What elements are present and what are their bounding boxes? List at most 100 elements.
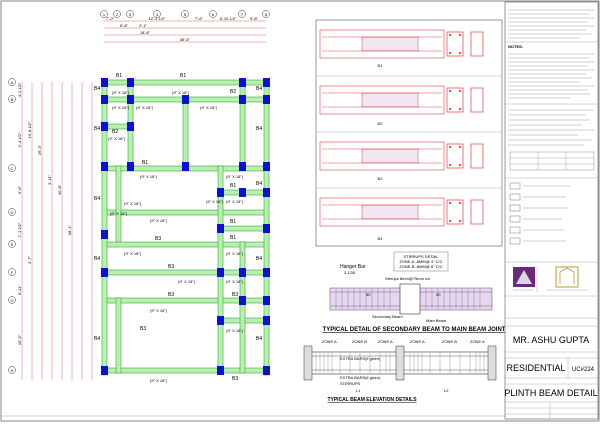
beam-label-0: B1 [116,73,122,79]
beam-size-14: (9" X 18") [226,251,244,256]
left-dim-4: 3'-11" [47,174,52,184]
span-label-l2: L2 [444,388,449,393]
beam-size-7: (9" X 18") [226,174,244,179]
left-dim-10: 3'-7" [27,255,32,264]
top-dim-0: 7'-0" [106,16,115,21]
beam-col-5 [182,96,189,171]
beam-size-10: (9" X 18") [206,199,224,204]
left-dim-5: 40'-8" [57,184,62,195]
section-name-b1: B1 [378,63,384,68]
zone-label-3: ZONE A [410,339,425,344]
beam-label-7: B4 [256,126,262,132]
beam-label-16: B3 [168,292,174,298]
grid-column-bubbles: 1 2 3 4 5 6 7 8 [100,10,270,18]
beam-label-14: B1 [230,219,236,225]
beam-label-13: B3 [168,264,174,270]
beam-size-5: (9" X 18") [108,136,126,141]
beam-label-4: B2 [112,129,118,135]
extra-bars-bottom-label: EXTRA BARS(if given) [340,375,381,380]
dim-50-a: 50 [366,292,371,297]
joint-detail-title: TYPICAL DETAIL OF SECONDARY BEAM TO MAIN… [323,327,506,333]
title-block: NOTES: MR. ASHU GUPTA RESIDENTIAL UC#224… [504,1,599,420]
beam-size-18: (9" X 18") [150,378,168,383]
grid-row-B: B [11,97,14,102]
secondary-beam-label: Secondary Beam [372,314,403,319]
joint-main-beam [399,283,421,315]
extra-bars-top-label: EXTRA BARS(if given) [340,356,381,361]
beam-label-1: B1 [180,73,186,79]
beam-col-7a [239,79,246,171]
beam-size-17: (9" X 18") [226,328,244,333]
left-dim-0: 4'-2 1/2" [17,82,22,97]
beam-label-21: B4 [256,256,262,262]
secondary-beam-joint-detail: Hanger Bar 2-12Ø Stirrups 8mm@75mm c/c 5… [323,251,506,333]
left-dim-8: 7'-1 1/2" [17,222,22,237]
left-dimensions: 4'-2 1/2" 13'-8 1/2" 2'-4 1/2" 26'-5" 3'… [17,82,93,380]
stirrups-note: Stirrups 8mm@75mm c/c [385,276,430,281]
beam-label-23: B4 [256,336,262,342]
beam-label-18: B3 [140,326,146,332]
beam-col-2 [115,165,122,243]
beam-label-22: B4 [94,336,100,342]
beam-label-10: B4 [256,181,262,187]
beam-size-19: (9" X 18") [110,211,128,216]
beam-col-7b [239,241,246,374]
elevation-zone-labels: ZONE A ZONE B ZONE A ZONE A ZONE B ZONE … [322,339,485,344]
beam-size-12: (9" X 18") [124,251,142,256]
beam-label-9: B4 [94,196,100,202]
dim-50-b: 50 [436,292,441,297]
beam-label-19: B3 [232,376,238,382]
drawing-title: PLINTH BEAM DETAIL [504,388,597,398]
elevation-title: TYPICAL BEAM ELEVATION DETAILS [327,397,417,403]
grid-row-G: G [10,298,13,303]
zone-b-note: ZONE-B -8MM@ 6" C/C [399,264,442,269]
spec-table [509,151,595,171]
section-name-b4: B4 [378,236,384,241]
top-dimensions: 7'-0" 5'-8" 12'-1 1/2" 7'-6" 6'-10 1/2" … [104,16,266,43]
left-dim-7: 6'-6" [17,185,22,194]
beam-label-8: B1 [142,160,148,166]
grid-row-E: E [11,242,14,247]
beam-size-13: (9" X 18") [178,279,196,284]
beam-size-2: (9" X 18") [112,105,130,110]
grid-row-C: C [11,166,14,171]
zone-label-1: ZONE B [352,339,367,344]
plinth-beam-plan: 1 2 3 4 5 6 7 8 7'-0" 5'-8" 12'-1 1/2" 7… [8,10,270,383]
beam-size-11: (9" X 18") [226,199,244,204]
beam-label-3: B4 [256,86,262,92]
beam-size-6: (9" X 18") [140,174,158,179]
drawing-canvas: 1 2 3 4 5 6 7 8 7'-0" 5'-8" 12'-1 1/2" 7… [0,0,600,422]
top-dim-7: 18'-8" [140,30,151,35]
beam-size-1: (9" X 18") [172,90,190,95]
beam-row-D [103,209,269,216]
beam-label-11: B1 [230,183,236,189]
beam-e-short [221,225,269,232]
top-dim-2: 12'-1 1/2" [149,16,166,21]
left-dim-3: 26'-5" [37,144,42,155]
beam-label-15: B1 [230,235,236,241]
grid-row-D: D [11,210,14,215]
grid-row-A: A [11,80,14,85]
notes-heading: NOTES: [508,44,523,49]
beam-size-4: (9" X 18") [200,105,218,110]
top-dim-6: 2'-1" [139,23,148,28]
left-dim-11: 16'-5" [17,334,22,345]
beam-sections-panel: B1 B2 B3 B4 [315,19,503,247]
beam-size-0: (9" X 18") [112,90,130,95]
beam-size-8: (9" X 18") [124,201,142,206]
beam-label-12: B3 [155,236,161,242]
hanger-dia-label: 2-12Ø [344,270,355,275]
beam-size-16: (9" X 18") [150,308,168,313]
left-dim-1: 13'-8 1/2" [27,121,32,138]
zone-label-5: ZONE A [470,339,485,344]
beam-size-15: (9" X 18") [226,279,244,284]
beam-col-2b [115,297,122,374]
beam-size-3: (9" X 18") [136,105,154,110]
zone-label-4: ZONE B [442,339,457,344]
elevation-stirrups-label: STIRRUPS [340,381,361,386]
beam-label-17: B3 [232,292,238,298]
grid-row-bubbles: A B C D E F G H [8,78,16,374]
client-name: MR. ASHU GUPTA [513,335,589,345]
zone-label-2: ZONE A [378,339,393,344]
span-label-l1: L1 [356,388,361,393]
